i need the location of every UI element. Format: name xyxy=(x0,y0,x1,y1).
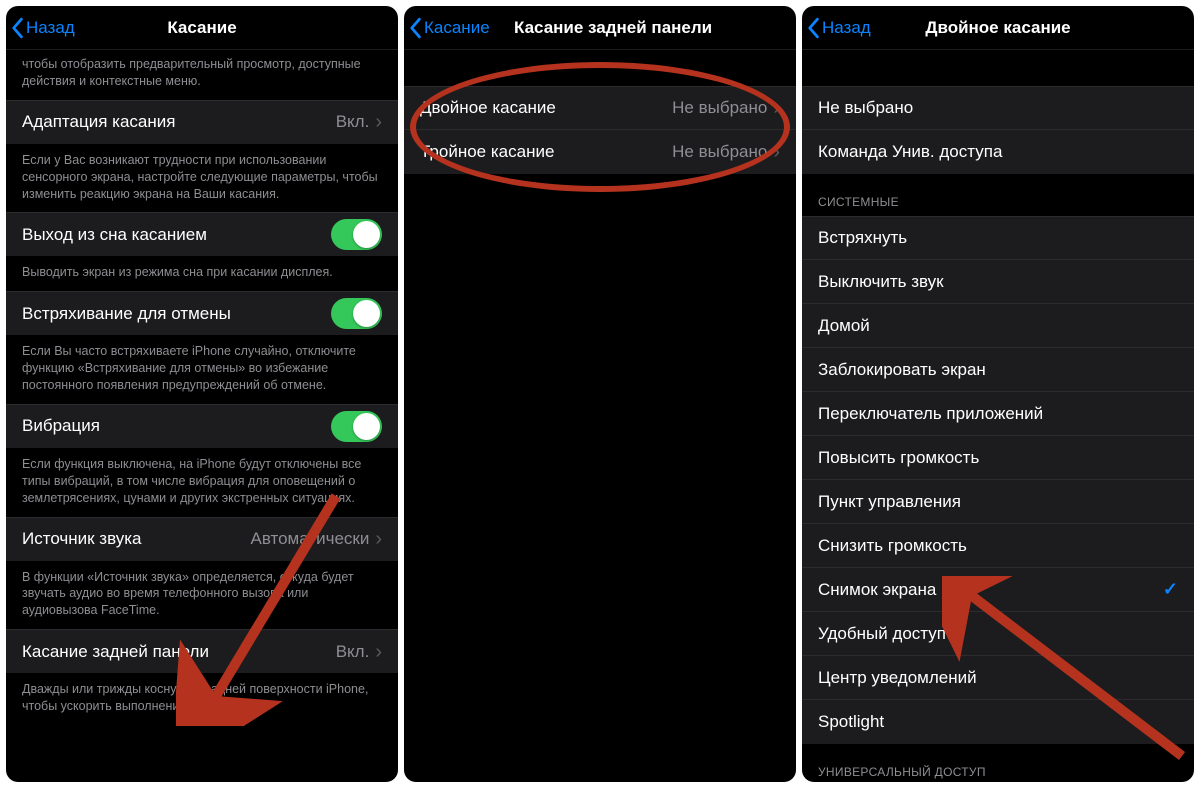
row-double-tap[interactable]: Двойное касание Не выбрано › xyxy=(404,86,796,130)
system-option-row[interactable]: Снимок экрана✓ xyxy=(802,568,1194,612)
navbar: Назад Двойное касание xyxy=(802,6,1194,50)
content: Не выбраноКоманда Унив. доступа СИСТЕМНЫ… xyxy=(802,50,1194,782)
back-button[interactable]: Касание xyxy=(408,6,490,50)
screen-double-tap: Назад Двойное касание Не выбраноКоманда … xyxy=(802,6,1194,782)
option-row[interactable]: Не выбрано xyxy=(802,86,1194,130)
chevron-right-icon: › xyxy=(773,142,780,162)
screen-back-tap: Касание Касание задней панели Двойное ка… xyxy=(404,6,796,782)
back-label: Назад xyxy=(822,18,871,38)
footer-text: В функции «Источник звука» определяется,… xyxy=(6,561,398,630)
system-option-row[interactable]: Пункт управления xyxy=(802,480,1194,524)
toggle-switch[interactable] xyxy=(331,298,382,329)
chevron-left-icon xyxy=(806,17,820,39)
row-touch-accommodations[interactable]: Адаптация касания Вкл. › xyxy=(6,100,398,144)
row-audio-source[interactable]: Источник звука Автоматически › xyxy=(6,517,398,561)
system-option-row[interactable]: Выключить звук xyxy=(802,260,1194,304)
system-option-row[interactable]: Повысить громкость xyxy=(802,436,1194,480)
intro-footer: чтобы отобразить предварительный просмот… xyxy=(6,50,398,100)
navbar: Касание Касание задней панели xyxy=(404,6,796,50)
footer-text: Если Вы часто встряхиваете iPhone случай… xyxy=(6,335,398,404)
toggle-switch[interactable] xyxy=(331,219,382,250)
system-option-row[interactable]: Заблокировать экран xyxy=(802,348,1194,392)
section-header-system: СИСТЕМНЫЕ xyxy=(802,174,1194,216)
row-tap-to-wake[interactable]: Выход из сна касанием xyxy=(6,212,398,256)
footer-text: Выводить экран из режима сна при касании… xyxy=(6,256,398,291)
navbar: Назад Касание xyxy=(6,6,398,50)
footer-text: Если у Вас возникают трудности при испол… xyxy=(6,144,398,213)
footer-text: Дважды или трижды коснуться задней повер… xyxy=(6,673,398,725)
system-option-row[interactable]: Удобный доступ xyxy=(802,612,1194,656)
back-button[interactable]: Назад xyxy=(806,6,871,50)
system-option-row[interactable]: Переключатель приложений xyxy=(802,392,1194,436)
system-option-row[interactable]: Домой xyxy=(802,304,1194,348)
chevron-right-icon: › xyxy=(773,98,780,118)
back-button[interactable]: Назад xyxy=(10,6,75,50)
back-label: Касание xyxy=(424,18,490,38)
content: Двойное касание Не выбрано › Тройное кас… xyxy=(404,50,796,782)
system-option-row[interactable]: Встряхнуть xyxy=(802,216,1194,260)
chevron-right-icon: › xyxy=(375,642,382,662)
section-header-accessibility: УНИВЕРСАЛЬНЫЙ ДОСТУП xyxy=(802,744,1194,782)
checkmark-icon: ✓ xyxy=(1163,579,1178,600)
system-option-row[interactable]: Spotlight xyxy=(802,700,1194,744)
back-label: Назад xyxy=(26,18,75,38)
chevron-left-icon xyxy=(10,17,24,39)
row-back-tap[interactable]: Касание задней панели Вкл. › xyxy=(6,629,398,673)
content: чтобы отобразить предварительный просмот… xyxy=(6,50,398,782)
toggle-switch[interactable] xyxy=(331,411,382,442)
row-shake-to-undo[interactable]: Встряхивание для отмены xyxy=(6,291,398,335)
row-vibration[interactable]: Вибрация xyxy=(6,404,398,448)
option-row[interactable]: Команда Унив. доступа xyxy=(802,130,1194,174)
row-triple-tap[interactable]: Тройное касание Не выбрано › xyxy=(404,130,796,174)
chevron-left-icon xyxy=(408,17,422,39)
footer-text: Если функция выключена, на iPhone будут … xyxy=(6,448,398,517)
screen-touch: Назад Касание чтобы отобразить предварит… xyxy=(6,6,398,782)
chevron-right-icon: › xyxy=(375,529,382,549)
chevron-right-icon: › xyxy=(375,112,382,132)
system-option-row[interactable]: Снизить громкость xyxy=(802,524,1194,568)
system-option-row[interactable]: Центр уведомлений xyxy=(802,656,1194,700)
